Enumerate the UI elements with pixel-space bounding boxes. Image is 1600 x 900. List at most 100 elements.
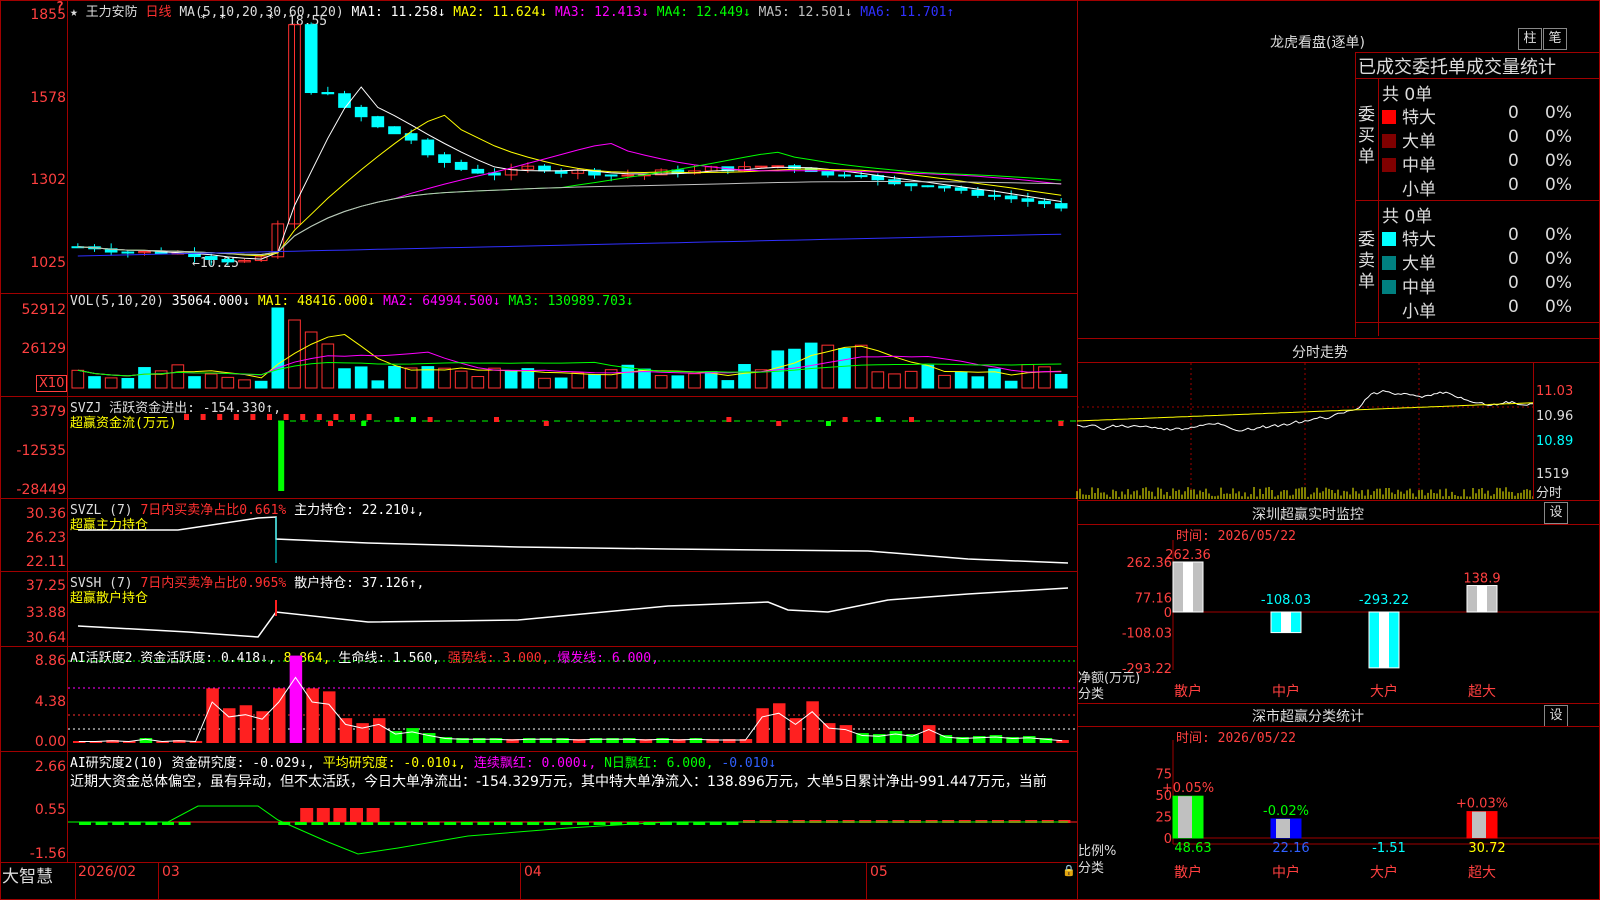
monitor-bar-value: 262.36 <box>1165 548 1211 563</box>
svzj-bar <box>233 414 239 420</box>
kline-candle <box>421 139 435 156</box>
svzj-bar <box>1058 421 1064 426</box>
price-tick-4: 1025 <box>30 255 66 271</box>
volume-bar <box>854 344 868 389</box>
volume-bar <box>654 375 668 389</box>
volume-bar <box>304 331 318 389</box>
activity-bar <box>923 725 936 743</box>
volume-bar <box>688 373 701 389</box>
intraday-chart[interactable] <box>1076 363 1534 499</box>
activity-bar <box>406 728 419 743</box>
research-bar <box>350 808 363 822</box>
research-bar <box>510 822 523 825</box>
monitor-category: 中户 <box>1272 683 1300 700</box>
volume-bar <box>1021 364 1035 389</box>
classify-delta: +0.03% <box>1456 797 1508 812</box>
ai-activity-chart <box>68 655 1078 743</box>
activity-bar <box>373 718 386 743</box>
svzj-tick-2: -12535 <box>16 443 66 459</box>
date-label-2: 03 <box>162 864 180 880</box>
research-bar <box>377 822 390 825</box>
bar-mode-button[interactable]: 柱 <box>1518 28 1542 50</box>
classify-cat-label: 分类 <box>1078 861 1105 876</box>
svzj-bar <box>300 414 306 420</box>
volume-bar <box>171 364 185 389</box>
buy-percent: 0% <box>1545 103 1572 123</box>
volume-bar <box>188 376 201 389</box>
classify-bar-highlight <box>1178 796 1192 838</box>
buy-row: 小单 <box>1382 175 1436 200</box>
svzj-bar <box>776 421 782 426</box>
svzj-bar <box>909 417 914 422</box>
monitor-bar-value: 138.9 <box>1463 572 1500 587</box>
svzj-bar <box>333 414 339 420</box>
monitor-bar-highlight <box>1477 585 1487 612</box>
activity-bar <box>139 738 153 743</box>
classify-category: 中户 <box>1272 864 1300 881</box>
activity-bar <box>839 725 853 743</box>
sell-label: 小单 <box>1402 302 1436 322</box>
sell-label: 中单 <box>1402 278 1436 298</box>
monitor-category: 超大 <box>1468 684 1496 700</box>
vol-unit-badge[interactable]: X10 <box>36 375 68 392</box>
buy-count: 0 <box>1508 103 1519 123</box>
activity-bar <box>206 688 219 743</box>
sell-percent: 0% <box>1545 225 1572 245</box>
buy-swatch <box>1382 134 1396 148</box>
volume-bar <box>938 374 951 389</box>
sell-side-label: 委卖单 <box>1358 230 1375 292</box>
ma-line-4 <box>77 151 1062 256</box>
research-bar <box>294 822 307 825</box>
research-bar <box>560 822 573 825</box>
volume-bar <box>221 376 235 389</box>
kline-candle <box>438 154 451 163</box>
research-bar <box>333 808 347 822</box>
svzl-chart <box>78 516 1069 564</box>
tick-mode-button[interactable]: 笔 <box>1543 28 1567 50</box>
monitor-category: 大户 <box>1370 683 1398 700</box>
classify-settings-button[interactable]: 设 <box>1544 705 1568 727</box>
classify-delta: +0.05% <box>1162 781 1214 796</box>
svzj-bar <box>826 421 831 426</box>
svzj-tick-3: -28449 <box>16 482 66 498</box>
kline-candle <box>838 174 851 177</box>
intraday-price-1: 11.03 <box>1536 384 1574 399</box>
research-bar <box>316 808 330 822</box>
monitor-settings-button[interactable]: 设 <box>1544 502 1568 524</box>
date-label-1: 2026/02 <box>78 864 137 880</box>
ai-act-tick-2: 4.38 <box>34 694 66 710</box>
volume-bar <box>504 369 518 389</box>
sell-row: 中单 <box>1382 273 1436 298</box>
kline-candle <box>854 175 868 178</box>
kline-candle <box>921 185 935 188</box>
research-bar <box>427 822 440 825</box>
svsh-tick-3: 30.64 <box>25 630 66 646</box>
sell-percent: 0% <box>1545 273 1572 293</box>
activity-bar <box>889 731 903 743</box>
buy-percent: 0% <box>1545 127 1572 147</box>
activity-bar <box>289 655 303 743</box>
activity-bar <box>323 691 336 743</box>
volume-bar <box>871 371 885 389</box>
svzj-bar <box>184 414 189 420</box>
ai-act-tick-1: 8.86 <box>34 653 66 669</box>
classify-value: 30.72 <box>1468 841 1505 856</box>
svzj-bar <box>316 414 322 420</box>
activity-bar <box>339 718 353 743</box>
buy-percent: 0% <box>1545 175 1572 195</box>
activity-bar <box>1023 736 1036 743</box>
intraday-price-2: 10.96 <box>1536 409 1574 424</box>
kline-candle <box>988 194 1001 197</box>
volume-bar <box>338 368 351 389</box>
volume-bar <box>971 376 985 389</box>
kline-candle <box>388 126 401 135</box>
kline-chart[interactable] <box>68 0 1078 293</box>
monitor-y-tick: -108.03 <box>1122 627 1172 642</box>
classify-bar-highlight <box>1276 818 1290 838</box>
kline-candle <box>1054 203 1068 209</box>
sell-percent: 0% <box>1545 297 1572 317</box>
volume-bar <box>371 380 385 389</box>
volume-bar <box>121 377 135 389</box>
lock-icon[interactable]: 🔒 <box>1062 864 1076 877</box>
volume-bar <box>88 376 101 389</box>
